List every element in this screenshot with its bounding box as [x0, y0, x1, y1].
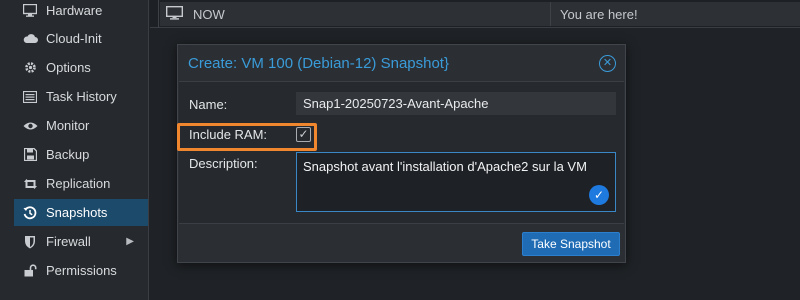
name-label: Name:	[189, 97, 228, 112]
dialog-form: Name: Snap1-20250723-Avant-Apache Includ…	[177, 81, 624, 224]
sidebar-item-label: Firewall	[46, 234, 91, 249]
check-circle-icon: ✓	[589, 185, 609, 205]
description-label: Description:	[189, 156, 258, 171]
sidebar-item-label: Cloud-Init	[46, 31, 102, 46]
gear-icon	[22, 60, 38, 76]
sidebar-item-permissions[interactable]: Permissions	[14, 257, 148, 284]
sidebar-item-hardware[interactable]: Hardware	[14, 0, 148, 24]
include-ram-checkbox[interactable]: ✓	[296, 127, 311, 142]
list-icon	[22, 89, 38, 105]
you-are-here-label: You are here!	[550, 2, 800, 26]
shield-icon	[22, 234, 38, 250]
description-textarea[interactable]: Snapshot avant l'installation d'Apache2 …	[296, 152, 616, 212]
sidebar-item-options[interactable]: Options	[14, 54, 148, 81]
sidebar-item-firewall[interactable]: Firewall ▶	[14, 228, 148, 255]
sidebar-item-label: Options	[46, 60, 91, 75]
sidebar-item-label: Hardware	[46, 3, 103, 18]
close-icon[interactable]: ✕	[599, 55, 616, 72]
sidebar-item-label: Backup	[46, 147, 90, 162]
floppy-icon	[22, 147, 38, 163]
sidebar-item-task-history[interactable]: Task History	[14, 83, 148, 110]
include-ram-label: Include RAM:	[189, 127, 268, 142]
divider	[158, 0, 159, 28]
monitor-icon	[165, 5, 184, 23]
now-label: NOW	[193, 6, 225, 22]
take-snapshot-button[interactable]: Take Snapshot	[522, 232, 620, 256]
chevron-right-icon[interactable]: ▶	[126, 236, 134, 247]
history-icon	[22, 205, 38, 221]
sidebar-item-label: Snapshots	[46, 205, 108, 220]
eye-icon	[22, 118, 38, 134]
description-text: Snapshot avant l'installation d'Apache2 …	[303, 159, 587, 174]
snapshot-name-field[interactable]: Snap1-20250723-Avant-Apache	[296, 92, 616, 115]
create-snapshot-dialog: Create: VM 100 (Debian-12) Snapshot} ✕ N…	[177, 44, 626, 263]
cloud-icon	[22, 31, 38, 47]
sidebar-item-label: Permissions	[46, 263, 117, 278]
sidebar-item-replication[interactable]: Replication	[14, 170, 148, 197]
unlock-icon	[22, 263, 38, 279]
dialog-title: Create: VM 100 (Debian-12) Snapshot}	[188, 55, 449, 72]
sidebar-item-cloud-init[interactable]: Cloud-Init	[14, 25, 148, 52]
checkmark-icon: ✓	[298, 127, 309, 141]
now-cell: NOW	[160, 2, 550, 26]
retweet-icon	[22, 176, 38, 192]
sidebar-item-backup[interactable]: Backup	[14, 141, 148, 168]
sidebar-item-label: Replication	[46, 176, 111, 191]
sidebar-item-snapshots[interactable]: Snapshots	[14, 199, 148, 226]
monitor-icon	[22, 3, 38, 19]
sidebar-item-label: Task History	[46, 89, 117, 104]
sidebar: Hardware Cloud-Init Options Task History…	[0, 0, 149, 300]
sidebar-item-monitor[interactable]: Monitor	[14, 112, 148, 139]
sidebar-item-label: Monitor	[46, 118, 90, 133]
